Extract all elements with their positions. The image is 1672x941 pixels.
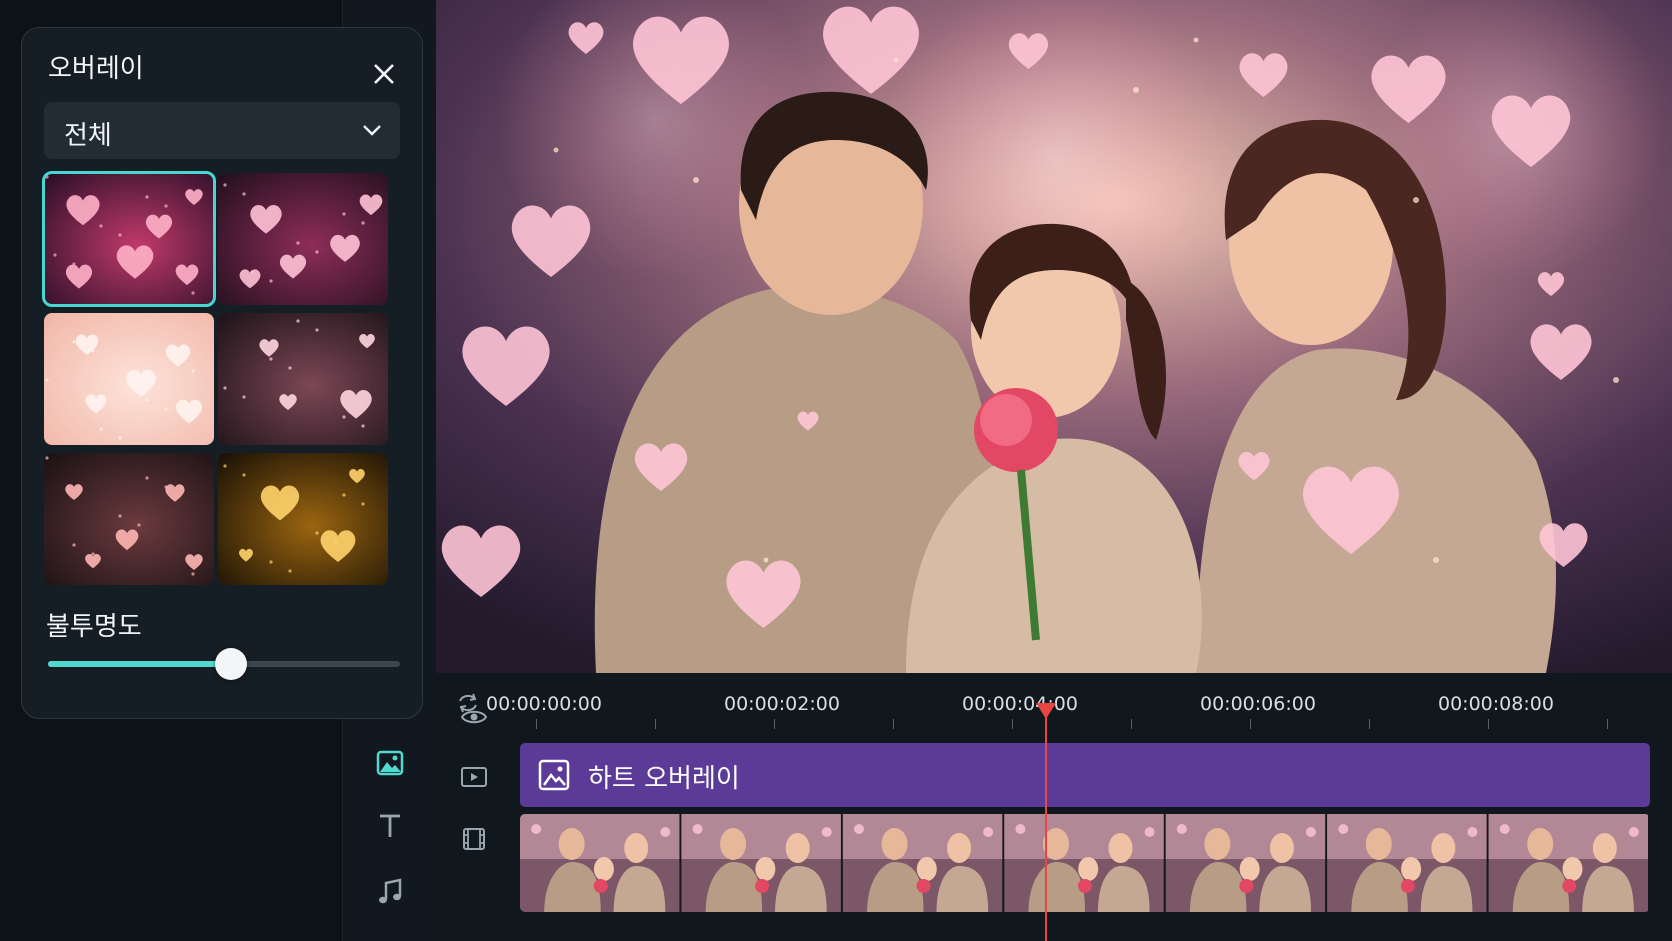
category-dropdown[interactable]: 전체	[44, 102, 400, 159]
preset-thumbnail-image	[44, 453, 214, 585]
overlay-preset-hearts-magenta[interactable]	[218, 173, 388, 305]
video-frame-thumbnail	[1004, 814, 1164, 912]
overlay-clip[interactable]: 하트 오버레이	[520, 743, 1650, 807]
video-frame-thumbnail	[1327, 814, 1487, 912]
timeline-tick	[1488, 719, 1489, 729]
audio-tool-button[interactable]	[343, 862, 437, 922]
video-preview	[436, 0, 1672, 673]
timeline-tick	[893, 719, 894, 729]
preview-image	[436, 0, 1672, 673]
opacity-label: 불투명도	[46, 612, 142, 642]
timeline-timestamp: 00:00:06:00	[1200, 693, 1316, 715]
video-frame-thumbnail	[520, 814, 680, 912]
overlay-preset-hearts-peach-light[interactable]	[44, 313, 214, 445]
opacity-slider-thumb[interactable]	[215, 648, 248, 680]
image-icon	[376, 750, 404, 776]
video-clip-icon	[461, 767, 487, 787]
eye-icon	[461, 710, 487, 724]
timeline-tick	[1012, 719, 1013, 729]
music-note-icon	[379, 878, 402, 904]
timeline-tick	[1607, 719, 1608, 729]
timeline-tick	[774, 719, 775, 729]
category-dropdown-value: 전체	[64, 121, 112, 151]
video-filmstrip	[520, 814, 1648, 912]
overlay-preset-bokeh-rose[interactable]	[44, 453, 214, 585]
preset-thumbnail-image	[44, 313, 214, 445]
timeline: 00:00:00:00 00:00:02:00 00:00:04:00 00:00:0…	[436, 673, 1672, 941]
close-icon	[374, 64, 394, 84]
opacity-slider[interactable]	[48, 648, 400, 680]
video-clip[interactable]	[520, 814, 1650, 912]
playhead-line	[1044, 713, 1047, 941]
timeline-tick	[655, 719, 656, 729]
timeline-tick	[1250, 719, 1251, 729]
text-tool-button[interactable]	[343, 796, 437, 856]
text-icon	[380, 814, 400, 837]
close-button[interactable]	[364, 54, 404, 94]
preset-thumbnail-image	[218, 173, 388, 305]
video-frame-thumbnail	[681, 814, 841, 912]
overlay-preset-hearts-golden[interactable]	[218, 453, 388, 585]
preset-thumbnail-image	[44, 173, 214, 305]
panel-title: 오버레이	[48, 54, 144, 84]
overlay-clip-label: 하트 오버레이	[588, 764, 740, 794]
preset-thumbnail-image	[218, 453, 388, 585]
chevron-down-icon	[363, 125, 381, 136]
playhead-handle[interactable]	[1035, 703, 1056, 719]
video-frame-thumbnail	[1488, 814, 1648, 912]
video-track-settings[interactable]	[456, 759, 492, 795]
image-icon	[538, 759, 570, 791]
opacity-slider-fill	[48, 661, 232, 667]
timeline-timestamp: 00:00:00:00	[486, 693, 602, 715]
overlay-preset-hearts-pink-dark[interactable]	[42, 171, 216, 307]
preset-thumbnail-image	[218, 313, 388, 445]
overlay-tool-button[interactable]	[343, 733, 437, 793]
timeline-timestamp: 00:00:08:00	[1438, 693, 1554, 715]
timeline-tick	[1131, 719, 1132, 729]
overlay-preset-hearts-soft-dusk[interactable]	[218, 313, 388, 445]
timeline-tick	[536, 719, 537, 729]
video-frame-thumbnail	[842, 814, 1003, 912]
overlay-track-visibility-toggle[interactable]	[456, 699, 492, 735]
filmstrip-icon	[463, 828, 485, 850]
timeline-timestamp: 00:00:04:00	[962, 693, 1078, 715]
video-frame-thumbnail	[1165, 814, 1326, 912]
overlay-panel: 오버레이 전체 불투명도	[21, 27, 423, 719]
timeline-timestamp: 00:00:02:00	[724, 693, 840, 715]
filmstrip-track-settings[interactable]	[456, 821, 492, 857]
timeline-tick	[1369, 719, 1370, 729]
